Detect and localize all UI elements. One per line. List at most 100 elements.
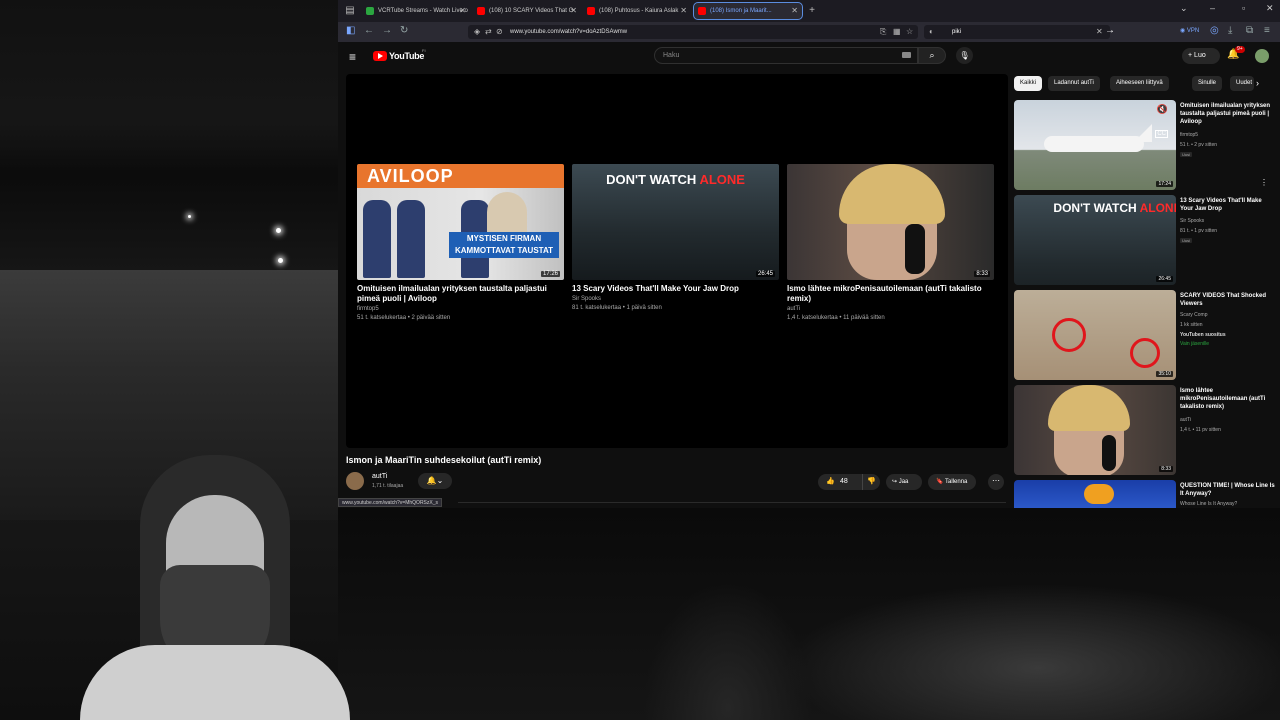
more-actions-icon[interactable]: ⋯ — [988, 474, 1004, 490]
video-duration: 17:24 — [1156, 181, 1173, 187]
dont-watch-banner: DON'T WATCH ALONE — [572, 172, 779, 187]
channel-avatar[interactable] — [346, 472, 364, 490]
maximize-icon[interactable]: ▫ — [1242, 3, 1245, 13]
stream-bottom-scene — [338, 508, 1280, 720]
close-tab-icon[interactable]: ✕ — [570, 3, 577, 19]
tab-ismon-ja-maarit[interactable]: (108) Ismon ja Maarit... ✕ — [693, 2, 803, 20]
forward-icon[interactable]: → — [382, 25, 392, 36]
minimize-icon[interactable]: – — [1210, 3, 1215, 13]
close-tab-icon[interactable]: ✕ — [459, 3, 466, 19]
search-bar[interactable]: ◐ piki ✕ — [924, 25, 1110, 39]
chip-sinulle[interactable]: Sinulle — [1192, 76, 1223, 91]
chip-uudet[interactable]: Uudet — [1230, 76, 1254, 91]
shield-icon[interactable]: ◈ — [474, 25, 480, 39]
back-icon[interactable]: ← — [364, 25, 374, 36]
close-tab-icon[interactable]: ✕ — [680, 3, 687, 19]
tab-list-icon[interactable]: ⌄ — [1180, 3, 1188, 14]
tab-puhtosus[interactable]: (108) Puhtosus - Kaiura Aslak ✕ — [583, 3, 691, 19]
end-card-title[interactable]: Ismo lähtee mikroPenisautoilemaan (autTi… — [787, 284, 992, 304]
go-arrow-icon[interactable]: → — [1105, 25, 1115, 36]
save-button[interactable]: 🔖 Tallenna — [928, 474, 976, 490]
end-card-title[interactable]: 13 Scary Videos That'll Make Your Jaw Dr… — [572, 284, 777, 294]
sidebar-icon[interactable]: ◧ — [346, 25, 355, 36]
new-badge: Uusi — [1180, 238, 1193, 243]
close-tab-icon[interactable]: ✕ — [791, 3, 798, 19]
new-tab-button[interactable]: + — [804, 3, 820, 19]
captions-icon[interactable]: CC — [1155, 130, 1168, 138]
end-card-channel: Sir Spooks — [572, 296, 602, 302]
thumbnail-red-circle — [1130, 338, 1160, 368]
like-icon[interactable]: 👍 — [826, 474, 835, 490]
end-card-aviloop[interactable]: AVILOOP MYSTISEN FIRMAN KAMMOTTAVAT TAUS… — [357, 164, 564, 280]
rec-thumbnail[interactable]: DON'T WATCH ALONE 26:45 — [1014, 195, 1176, 285]
tab-label: (108) Ismon ja Maarit... — [710, 8, 772, 14]
rec-title[interactable]: Ismo lähtee mikroPenisautoilemaan (autTi… — [1180, 387, 1276, 411]
screenshot-icon[interactable]: ⎘ — [880, 25, 886, 39]
youtube-logo-text[interactable]: YouTube — [389, 51, 424, 61]
reload-icon[interactable]: ↻ — [400, 25, 408, 36]
rec-thumbnail[interactable]: 8:33 — [1014, 385, 1176, 475]
end-card-ismo[interactable]: 8:33 — [787, 164, 994, 280]
rec-thumbnail[interactable] — [1014, 480, 1176, 508]
like-count[interactable]: 48 — [840, 474, 848, 490]
rec-title[interactable]: Omituisen ilmailualan yrityksen taustalt… — [1180, 102, 1276, 126]
subscription-bell-button[interactable]: 🔔⌄ — [418, 473, 452, 489]
bookmark-star-icon[interactable]: ☆ — [906, 25, 913, 39]
address-bar[interactable]: ◈ ⇄ ⊘ www.youtube.com/watch?v=doAztDSAwm… — [468, 25, 918, 39]
channel-name[interactable]: autTi — [372, 473, 387, 480]
video-duration: 26:45 — [755, 271, 775, 277]
chevron-right-icon[interactable]: › — [1256, 78, 1259, 88]
user-avatar[interactable] — [1255, 49, 1269, 63]
tab-scary-videos[interactable]: (108) 10 SCARY Videos That G ✕ — [473, 3, 581, 19]
voice-search-icon[interactable]: 🎙 — [956, 47, 973, 64]
chip-aiheeseen[interactable]: Aiheeseen liittyvä — [1110, 76, 1169, 91]
close-window-icon[interactable]: ✕ — [1266, 3, 1274, 14]
search-engine-icon[interactable]: ◐ — [929, 25, 934, 39]
rec-thumbnail[interactable]: 35:10 — [1014, 290, 1176, 380]
rec-channel: firmtop5 — [1180, 132, 1199, 138]
mute-icon[interactable]: 🔇 — [1157, 104, 1168, 115]
thumbnail-red-circle — [1052, 318, 1086, 352]
reader-icon[interactable]: ▦ — [893, 25, 901, 39]
end-card-meta: 1,4 t. katselukertaa • 11 päivää sitten — [787, 315, 885, 321]
rec-title[interactable]: QUESTION TIME! | Whose Line Is It Anyway… — [1180, 482, 1276, 498]
url-text: www.youtube.com/watch?v=doAztDSAwmw — [510, 29, 628, 35]
dislike-icon[interactable]: 👎 — [862, 474, 876, 490]
menu-icon[interactable]: ≡ — [1264, 25, 1270, 36]
share-button[interactable]: ↪ Jaa — [886, 474, 922, 490]
youtube-search-input[interactable]: Haku — [654, 47, 918, 64]
clear-search-icon[interactable]: ✕ — [1096, 25, 1103, 39]
tracking-icon[interactable]: ⊘ — [496, 25, 503, 39]
permissions-icon[interactable]: ⇄ — [485, 25, 492, 39]
stream-light — [188, 215, 191, 218]
banner-red-text: ALONE — [699, 172, 745, 187]
tab-vcrtube[interactable]: VCRTube Streams - Watch Live o ✕ — [362, 3, 470, 19]
rec-title[interactable]: 13 Scary Videos That'll Make Your Jaw Dr… — [1180, 197, 1276, 213]
thumbnail-logo — [1084, 484, 1114, 504]
create-button[interactable]: + Luo — [1182, 48, 1220, 64]
end-card-channel: autTi — [787, 306, 801, 312]
vpn-button[interactable]: ◉ VPN — [1180, 27, 1199, 34]
downloads-icon[interactable]: ⤓ — [1228, 25, 1232, 36]
stream-treeline — [0, 120, 338, 270]
link-status-url: www.youtube.com/watch?v=MhQORSzX_s — [338, 498, 443, 507]
youtube-logo-icon[interactable] — [373, 51, 387, 61]
end-card-meta: 51 t. katselukertaa • 2 päivää sitten — [357, 315, 451, 321]
search-placeholder: Haku — [663, 52, 680, 59]
extensions-icon[interactable]: ⧉ — [1246, 25, 1253, 36]
keyboard-icon[interactable] — [902, 52, 911, 58]
end-card-scary-videos[interactable]: DON'T WATCH ALONE 26:45 — [572, 164, 779, 280]
account-icon[interactable]: ◎ — [1210, 25, 1219, 36]
chip-kaikki[interactable]: Kaikki — [1014, 76, 1043, 91]
chip-ladannut[interactable]: Ladannut autTi — [1048, 76, 1100, 91]
video-duration: 17:26 — [540, 271, 560, 277]
end-card-title[interactable]: Omituisen ilmailualan yrityksen taustalt… — [357, 284, 562, 304]
rec-thumbnail[interactable]: 🔇 CC 17:24 — [1014, 100, 1176, 190]
guide-menu-icon[interactable]: ≡ — [349, 50, 356, 64]
rec-more-icon[interactable]: ⋮ — [1260, 178, 1268, 187]
sidebar-toggle-icon[interactable]: ▤ — [342, 3, 358, 19]
search-button[interactable]: ⌕ — [918, 47, 946, 64]
create-label: Luo — [1194, 52, 1206, 59]
video-player[interactable]: AVILOOP MYSTISEN FIRMAN KAMMOTTAVAT TAUS… — [346, 74, 1008, 448]
rec-title[interactable]: SCARY VIDEOS That Shocked Viewers — [1180, 292, 1276, 308]
